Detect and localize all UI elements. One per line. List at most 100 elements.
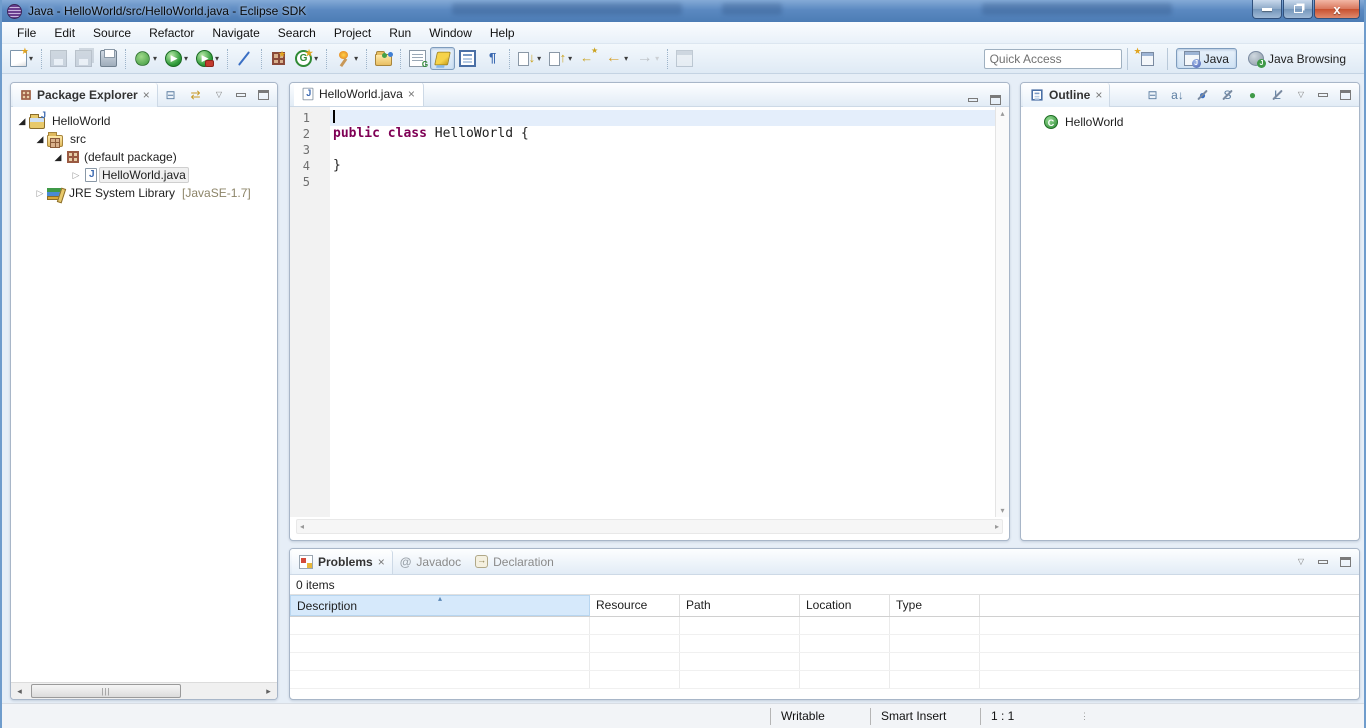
last-edit-location-button[interactable] [576, 47, 601, 70]
tree-item-helloworld-java[interactable]: ▷HelloWorld.java [11, 166, 277, 184]
statusbar-grip-icon[interactable]: ⋮ [1080, 714, 1092, 719]
maximize-view-icon[interactable] [1338, 88, 1352, 101]
next-annotation-button[interactable]: ▾ [514, 47, 545, 70]
show-source-of-selected-element-button[interactable] [455, 47, 480, 70]
scroll-down-icon[interactable]: ▾ [996, 506, 1009, 515]
menu-window[interactable]: Window [420, 23, 481, 43]
scroll-right-icon[interactable]: ▸ [995, 520, 999, 533]
table-row[interactable] [290, 617, 1359, 635]
tab-declaration[interactable]: Declaration [468, 550, 561, 574]
skip-all-breakpoints-button[interactable] [232, 47, 257, 70]
run-button[interactable]: ▾ [161, 47, 192, 70]
new-wizard-dropdown-icon[interactable]: ▾ [29, 54, 33, 63]
show-whitespace-button[interactable] [480, 47, 505, 70]
tree-item-helloworld[interactable]: ◢HelloWorld [11, 112, 277, 130]
maximize-view-icon[interactable] [256, 88, 270, 101]
run-dropdown-icon[interactable]: ▾ [184, 54, 188, 63]
column-header-description[interactable]: ▴Description [290, 595, 590, 616]
run-history-button[interactable]: ▾ [192, 47, 223, 70]
expander-collapsed-icon[interactable]: ▷ [33, 188, 47, 199]
minimize-window-button[interactable] [1252, 0, 1282, 19]
tab-javadoc[interactable]: @Javadoc [393, 550, 468, 574]
minimize-view-icon[interactable] [1316, 555, 1330, 568]
mark-occurrences-button[interactable] [430, 47, 455, 70]
view-menu-icon[interactable]: ▽ [212, 88, 226, 101]
close-window-button[interactable]: x [1314, 0, 1360, 19]
package-explorer-hscrollbar[interactable]: ◂ ▸ [11, 682, 277, 699]
run-history-dropdown-icon[interactable]: ▾ [215, 54, 219, 63]
close-icon[interactable]: × [408, 89, 415, 99]
close-icon[interactable]: × [143, 90, 150, 100]
outline-item-helloworld[interactable]: HelloWorld [1021, 113, 1359, 131]
previous-annotation-dropdown-icon[interactable]: ▾ [568, 54, 572, 63]
code-line-4[interactable]: } [330, 158, 995, 174]
new-java-class-button[interactable]: ▾ [291, 47, 322, 70]
debug-button[interactable]: ▾ [130, 47, 161, 70]
view-menu-icon[interactable]: ▽ [1294, 555, 1308, 568]
new-wizard-button[interactable]: ▾ [6, 47, 37, 70]
menu-edit[interactable]: Edit [45, 23, 84, 43]
menu-refactor[interactable]: Refactor [140, 23, 203, 43]
minimize-editor-icon[interactable] [966, 93, 980, 106]
maximize-editor-icon[interactable] [988, 93, 1002, 106]
perspective-java-button[interactable]: Java [1176, 48, 1237, 69]
expander-collapsed-icon[interactable]: ▷ [69, 170, 83, 181]
maximize-view-icon[interactable] [1338, 555, 1352, 568]
expander-expanded-icon[interactable]: ◢ [15, 116, 29, 127]
new-java-project-button[interactable] [266, 47, 291, 70]
restore-window-button[interactable] [1283, 0, 1313, 19]
tab-problems[interactable]: Problems× [292, 550, 393, 574]
table-row[interactable] [290, 635, 1359, 653]
tree-item-jre-system-library[interactable]: ▷JRE System Library[JavaSE-1.7] [11, 184, 277, 202]
collapse-all-icon[interactable]: ⊟ [162, 87, 179, 103]
previous-annotation-button[interactable]: ▾ [545, 47, 576, 70]
menu-navigate[interactable]: Navigate [203, 23, 268, 43]
code-editor-content[interactable]: public class HelloWorld {} [330, 107, 995, 517]
code-line-5[interactable] [330, 174, 995, 190]
menu-project[interactable]: Project [325, 23, 380, 43]
close-icon[interactable]: × [1095, 90, 1102, 100]
hide-non-public-members-icon[interactable]: ● [1244, 87, 1261, 103]
column-header-type[interactable]: Type [890, 595, 980, 616]
minimize-view-icon[interactable] [1316, 88, 1330, 101]
hide-local-types-icon[interactable]: L [1269, 87, 1286, 103]
code-line-2[interactable]: public class HelloWorld { [330, 126, 995, 142]
tab-helloworld-java[interactable]: HelloWorld.java × [294, 82, 424, 106]
menu-run[interactable]: Run [380, 23, 420, 43]
link-with-editor-icon[interactable]: ⇄ [187, 87, 204, 103]
menu-help[interactable]: Help [481, 23, 524, 43]
tree-item-src[interactable]: ◢src [11, 130, 277, 148]
editor-hscrollbar[interactable]: ◂ ▸ [296, 519, 1003, 534]
scroll-up-icon[interactable]: ▴ [996, 109, 1009, 118]
menu-file[interactable]: File [8, 23, 45, 43]
hide-static-members-icon[interactable]: S [1219, 87, 1236, 103]
code-line-3[interactable] [330, 142, 995, 158]
scrollbar-thumb[interactable] [31, 684, 181, 698]
minimize-view-icon[interactable] [234, 88, 248, 101]
expander-expanded-icon[interactable]: ◢ [33, 134, 47, 145]
scroll-left-icon[interactable]: ◂ [11, 683, 28, 699]
tree-item-default-package[interactable]: ◢(default package) [11, 148, 277, 166]
open-perspective-button[interactable] [1139, 51, 1156, 67]
new-java-class-dropdown-icon[interactable]: ▾ [314, 54, 318, 63]
menu-search[interactable]: Search [269, 23, 325, 43]
editor-vscrollbar[interactable]: ▴ ▾ [995, 107, 1009, 517]
external-tools-dropdown-icon[interactable]: ▾ [354, 54, 358, 63]
collapse-all-icon[interactable]: ⊟ [1144, 87, 1161, 103]
tab-outline[interactable]: Outline × [1023, 83, 1110, 107]
scroll-right-icon[interactable]: ▸ [260, 683, 277, 699]
column-header-path[interactable]: Path [680, 595, 800, 616]
new-task-button[interactable] [405, 47, 430, 70]
column-header-resource[interactable]: Resource [590, 595, 680, 616]
menu-source[interactable]: Source [84, 23, 140, 43]
hide-fields-icon[interactable]: ● [1194, 87, 1211, 103]
print-button[interactable] [96, 47, 121, 70]
column-header-location[interactable]: Location [800, 595, 890, 616]
back-button[interactable]: ▾ [601, 47, 632, 70]
close-icon[interactable]: × [378, 557, 385, 567]
expander-expanded-icon[interactable]: ◢ [51, 152, 65, 163]
view-menu-icon[interactable]: ▽ [1294, 88, 1308, 101]
back-dropdown-icon[interactable]: ▾ [624, 54, 628, 63]
title-bar[interactable]: Java - HelloWorld/src/HelloWorld.java - … [2, 0, 1364, 22]
sort-icon[interactable]: a↓ [1169, 87, 1186, 103]
